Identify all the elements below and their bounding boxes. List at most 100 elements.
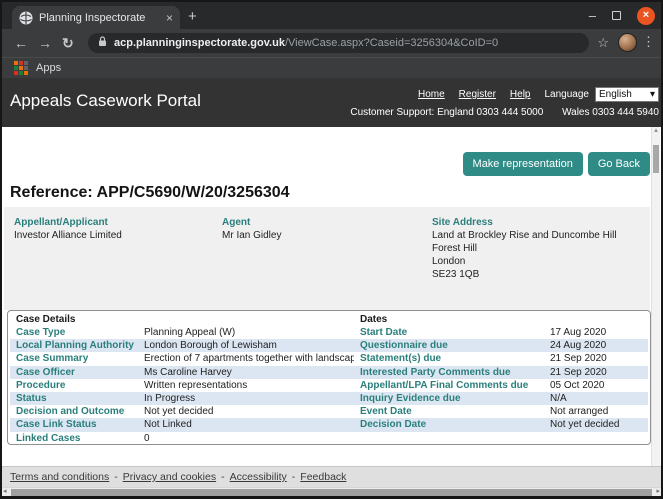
field-value: 21 Sep 2020 xyxy=(550,352,648,365)
favicon-globe-icon xyxy=(19,11,33,25)
url-domain: acp.planninginspectorate.gov.uk xyxy=(114,37,285,49)
field-label: Linked Cases xyxy=(10,432,144,445)
site-address-line: SE23 1QB xyxy=(432,268,617,281)
forward-icon[interactable]: → xyxy=(38,34,52,52)
field-label: Questionnaire due xyxy=(354,339,550,352)
back-icon[interactable]: ← xyxy=(14,34,28,52)
field-value: 0 xyxy=(144,432,354,445)
field-label: Case Summary xyxy=(10,352,144,365)
field-label: Decision Date xyxy=(354,418,550,431)
site-address-block: Site Address Land at Brockley Rise and D… xyxy=(432,216,617,281)
field-label: Case Link Status xyxy=(10,418,144,431)
bookmark-star-icon[interactable]: ☆ xyxy=(597,35,609,51)
support-england: Customer Support: England 0303 444 5000 xyxy=(350,107,543,118)
field-label: Local Planning Authority xyxy=(10,339,144,352)
field-label: Status xyxy=(10,392,144,405)
language-value: English xyxy=(599,89,632,100)
language-select[interactable]: English ▾ xyxy=(595,87,659,102)
field-label: Statement(s) due xyxy=(354,352,550,365)
nav-link-home[interactable]: Home xyxy=(418,89,445,100)
field-value: Not yet decided xyxy=(144,405,354,418)
field-label: Case Officer xyxy=(10,366,144,379)
page-footer: Terms and conditions - Privacy and cooki… xyxy=(2,466,661,487)
window-minimize-button[interactable]: – xyxy=(589,11,596,21)
site-address-label: Site Address xyxy=(432,216,617,229)
field-label: Interested Party Comments due xyxy=(354,366,550,379)
browser-toolbar: ← → ↻ acp.planninginspectorate.gov.uk/Vi… xyxy=(2,29,661,57)
table-row: Case TypePlanning Appeal (W) xyxy=(10,326,354,339)
nav-link-help[interactable]: Help xyxy=(510,89,531,100)
appellant-value: Investor Alliance Limited xyxy=(14,230,122,241)
field-value: Written representations xyxy=(144,379,354,392)
field-value: Not arranged xyxy=(550,405,648,418)
field-label: Event Date xyxy=(354,405,550,418)
window-close-button[interactable]: × xyxy=(637,7,655,25)
header-nav: Home Register Help Language English ▾ xyxy=(418,87,659,102)
table-row: Case OfficerMs Caroline Harvey xyxy=(10,366,354,379)
field-value: 05 Oct 2020 xyxy=(550,379,648,392)
footer-link-feedback[interactable]: Feedback xyxy=(300,471,346,483)
site-address-line: Land at Brockley Rise and Duncombe Hill xyxy=(432,229,617,242)
url-bar[interactable]: acp.planninginspectorate.gov.uk/ViewCase… xyxy=(88,33,589,53)
new-tab-button[interactable]: + xyxy=(188,6,197,28)
table-row: Start Date17 Aug 2020 xyxy=(354,326,648,339)
site-header: Appeals Casework Portal Home Register He… xyxy=(2,78,661,127)
maximize-icon xyxy=(612,11,621,20)
table-row: Appellant/LPA Final Comments due05 Oct 2… xyxy=(354,379,648,392)
make-representation-button[interactable]: Make representation xyxy=(463,152,583,176)
go-back-button[interactable]: Go Back xyxy=(588,152,650,176)
apps-label[interactable]: Apps xyxy=(36,62,61,74)
field-value: Not Linked xyxy=(144,418,354,431)
language-label: Language xyxy=(545,89,590,100)
scroll-up-icon[interactable]: ▴ xyxy=(652,127,660,135)
table-row: StatusIn Progress xyxy=(10,392,354,405)
vertical-scrollbar[interactable]: ▴ xyxy=(651,127,660,487)
case-details-panel: Case Details Case TypePlanning Appeal (W… xyxy=(7,310,651,445)
vertical-scrollbar-thumb[interactable] xyxy=(653,145,659,173)
field-value: 17 Aug 2020 xyxy=(550,326,648,339)
field-value: N/A xyxy=(550,392,648,405)
bookmarks-bar: Apps xyxy=(2,57,661,78)
case-details-table: Case Details Case TypePlanning Appeal (W… xyxy=(10,313,354,442)
field-label: Case Type xyxy=(10,326,144,339)
horizontal-scrollbar-thumb[interactable] xyxy=(11,489,652,496)
support-wales: Wales 0303 444 5940 xyxy=(562,107,659,118)
reload-icon[interactable]: ↻ xyxy=(62,34,74,52)
menu-kebab-icon[interactable]: ⋮ xyxy=(642,34,655,50)
table-row: Linked Cases0 xyxy=(10,432,354,445)
table-row: Decision DateNot yet decided xyxy=(354,418,648,431)
field-value: Erection of 7 apartments together with l… xyxy=(144,352,354,365)
browser-tab[interactable]: Planning Inspectorate × xyxy=(12,6,180,29)
tab-title: Planning Inspectorate xyxy=(39,12,160,24)
url-path: /ViewCase.aspx?Caseid=3256304&CoID=0 xyxy=(285,37,498,49)
nav-link-register[interactable]: Register xyxy=(459,89,496,100)
field-value: Not yet decided xyxy=(550,418,648,431)
agent-label: Agent xyxy=(222,216,281,229)
horizontal-scrollbar[interactable]: ◂ ▸ xyxy=(2,487,661,496)
action-buttons: Make representation Go Back xyxy=(463,152,650,176)
window-maximize-button[interactable] xyxy=(612,11,621,20)
profile-avatar[interactable] xyxy=(618,33,637,52)
appellant-label: Appellant/Applicant xyxy=(14,216,122,229)
table-row: Case Link StatusNot Linked xyxy=(10,418,354,431)
customer-support-text: Customer Support: England 0303 444 5000 … xyxy=(350,107,659,118)
field-value: London Borough of Lewisham xyxy=(144,339,354,352)
footer-link-accessibility[interactable]: Accessibility xyxy=(230,471,287,483)
footer-link-privacy[interactable]: Privacy and cookies xyxy=(123,471,216,483)
scroll-left-icon[interactable]: ◂ xyxy=(3,487,7,496)
field-value: 24 Aug 2020 xyxy=(550,339,648,352)
field-value: Planning Appeal (W) xyxy=(144,326,354,339)
dates-table: Dates Start Date17 Aug 2020 Questionnair… xyxy=(354,313,648,442)
page-content: Make representation Go Back Reference: A… xyxy=(2,127,661,466)
tab-close-icon[interactable]: × xyxy=(166,11,173,25)
field-label: Appellant/LPA Final Comments due xyxy=(354,379,550,392)
chevron-down-icon: ▾ xyxy=(650,89,655,100)
dates-title: Dates xyxy=(354,313,648,326)
table-row: Inquiry Evidence dueN/A xyxy=(354,392,648,405)
table-row: Questionnaire due24 Aug 2020 xyxy=(354,339,648,352)
apps-grid-icon[interactable] xyxy=(14,61,28,75)
browser-window: Planning Inspectorate × + – × ← → ↻ acp.… xyxy=(0,0,663,499)
table-row: Case SummaryErection of 7 apartments tog… xyxy=(10,352,354,365)
scroll-right-icon[interactable]: ▸ xyxy=(656,487,660,496)
footer-link-terms[interactable]: Terms and conditions xyxy=(10,471,109,483)
